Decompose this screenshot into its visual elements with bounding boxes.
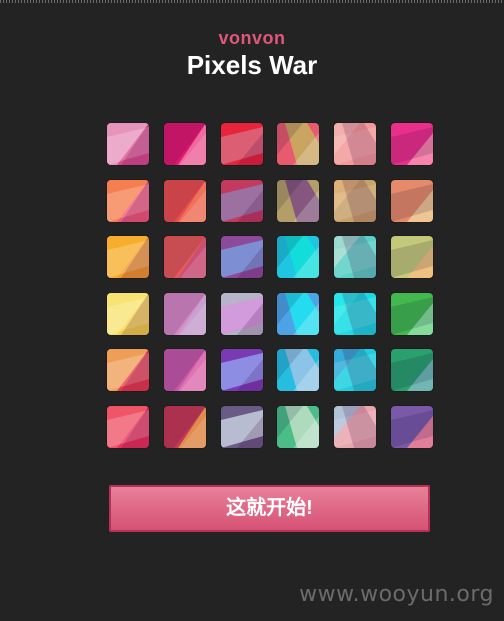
start-button[interactable]: 这就开始! [109, 485, 430, 532]
pixel-tile[interactable] [107, 406, 149, 448]
pixel-tile[interactable] [334, 406, 377, 448]
pixel-tile[interactable] [334, 292, 377, 335]
pixel-tile[interactable] [220, 349, 263, 392]
pixel-tile[interactable] [163, 236, 206, 279]
pixel-tile[interactable] [220, 179, 263, 222]
pixel-tile[interactable] [163, 123, 206, 165]
pixel-tile[interactable] [163, 292, 206, 335]
pixel-tile[interactable] [163, 406, 206, 448]
watermark: www.wooyun.org [299, 582, 494, 607]
pixel-tile[interactable] [391, 123, 433, 165]
pixel-tile[interactable] [107, 236, 149, 279]
pixel-tile[interactable] [220, 292, 263, 335]
pixel-tile[interactable] [334, 236, 377, 279]
pixel-tile[interactable] [163, 349, 206, 392]
pixel-tile-grid [107, 123, 433, 448]
pixel-tile[interactable] [107, 123, 149, 165]
pixel-tile[interactable] [220, 236, 263, 279]
pixel-tile[interactable] [391, 292, 433, 335]
pixel-tile[interactable] [277, 349, 320, 392]
pixel-tile[interactable] [220, 406, 263, 448]
pixel-tile[interactable] [277, 236, 320, 279]
pixel-tile[interactable] [277, 123, 320, 165]
pixel-tile[interactable] [277, 406, 320, 448]
pixel-tile[interactable] [334, 179, 377, 222]
pixel-tile[interactable] [220, 123, 263, 165]
pixel-tile[interactable] [391, 236, 433, 279]
pixel-tile[interactable] [107, 349, 149, 392]
pixel-tile[interactable] [334, 123, 377, 165]
brand-logo: vonvon [218, 28, 286, 48]
pixel-tile[interactable] [391, 406, 433, 448]
pixel-tile[interactable] [277, 179, 320, 222]
game-title: Pixels War [186, 50, 318, 80]
pixel-tile[interactable] [391, 349, 433, 392]
pixel-tile[interactable] [391, 179, 433, 222]
pixel-tile[interactable] [107, 292, 149, 335]
pixel-tile[interactable] [334, 349, 377, 392]
window-top-border [0, 0, 504, 3]
pixel-tile[interactable] [107, 179, 149, 222]
pixel-tile[interactable] [163, 179, 206, 222]
pixel-tile[interactable] [277, 292, 320, 335]
